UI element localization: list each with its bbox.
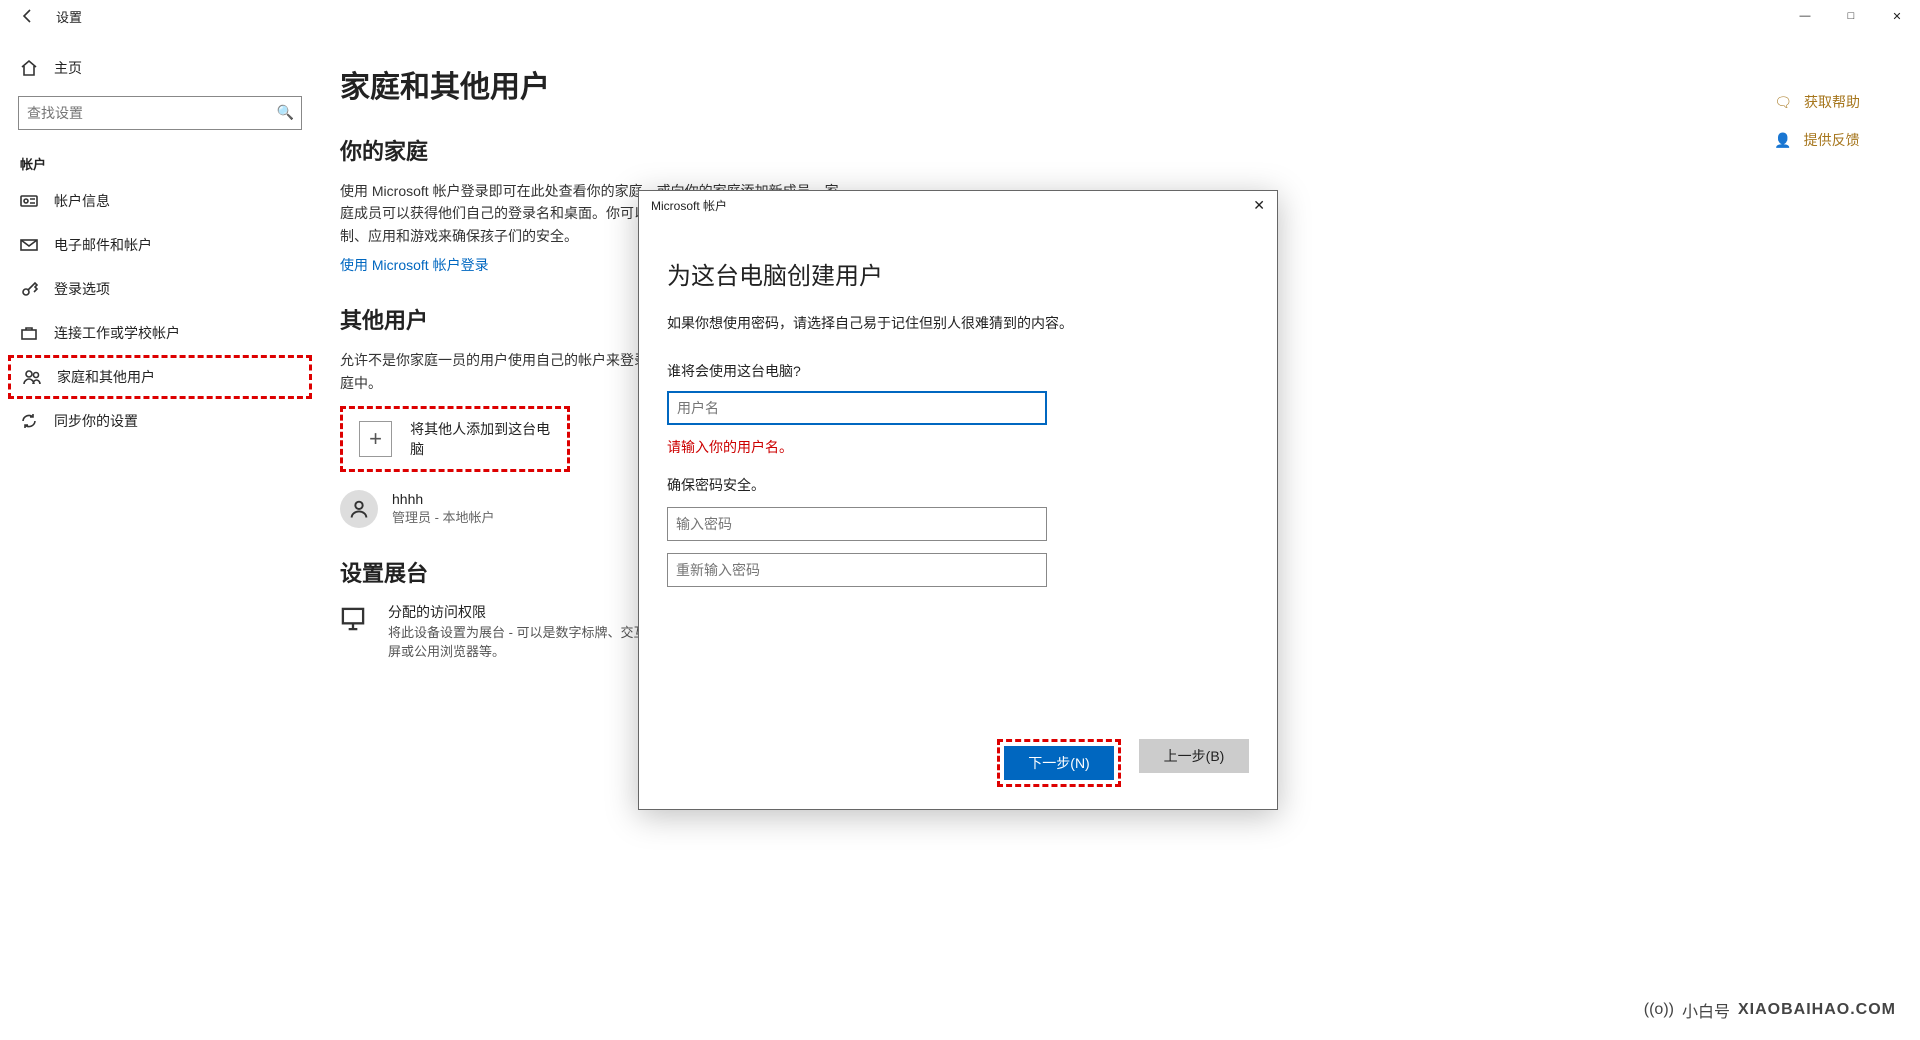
dialog-subtext: 如果你想使用密码，请选择自己易于记住但别人很难猜到的内容。: [667, 313, 1249, 333]
next-button[interactable]: 下一步(N): [1004, 746, 1114, 780]
dialog-heading: 为这台电脑创建用户: [667, 256, 1249, 291]
dialog-close-button[interactable]: ✕: [1253, 197, 1265, 214]
who-label: 谁将会使用这台电脑?: [667, 361, 1249, 381]
username-error: 请输入你的用户名。: [667, 437, 1249, 457]
back-button[interactable]: 上一步(B): [1139, 739, 1249, 773]
password-section-label: 确保密码安全。: [667, 475, 1249, 495]
create-user-dialog: Microsoft 帐户 ✕ 为这台电脑创建用户 如果你想使用密码，请选择自己易…: [638, 190, 1278, 810]
next-button-highlight: 下一步(N): [997, 739, 1121, 787]
dialog-titlebar: Microsoft 帐户 ✕: [639, 191, 1277, 220]
password-confirm-input[interactable]: [667, 553, 1047, 587]
dialog-title: Microsoft 帐户: [651, 197, 727, 214]
password-input[interactable]: [667, 507, 1047, 541]
username-input[interactable]: [667, 391, 1047, 425]
